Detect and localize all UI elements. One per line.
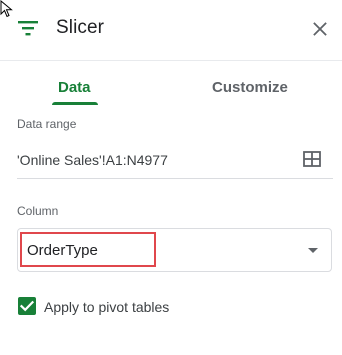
grid-select-icon[interactable] [303,151,321,167]
column-dropdown[interactable]: OrderType [17,228,332,272]
data-range-field[interactable]: 'Online Sales'!A1:N4977 [17,142,333,179]
slicer-panel: Slicer Data Customize Data range 'Online… [0,0,342,355]
apply-to-pivot-checkbox[interactable] [18,297,36,315]
filter-list-icon [18,21,38,36]
column-selected-value: OrderType [27,242,98,259]
panel-header: Slicer [0,0,342,61]
data-range-label: Data range [17,117,77,131]
data-range-value[interactable]: 'Online Sales'!A1:N4977 [17,152,168,168]
checkmark-icon [19,300,35,312]
apply-to-pivot-label[interactable]: Apply to pivot tables [44,299,169,315]
tab-bar: Data Customize [0,61,342,105]
tab-customize[interactable]: Customize [212,79,288,96]
caret-down-icon[interactable] [308,248,318,253]
tab-data[interactable]: Data [58,79,91,96]
active-tab-indicator [52,102,98,105]
panel-title: Slicer [56,17,105,38]
column-label: Column [17,204,59,218]
close-icon[interactable] [306,15,334,43]
